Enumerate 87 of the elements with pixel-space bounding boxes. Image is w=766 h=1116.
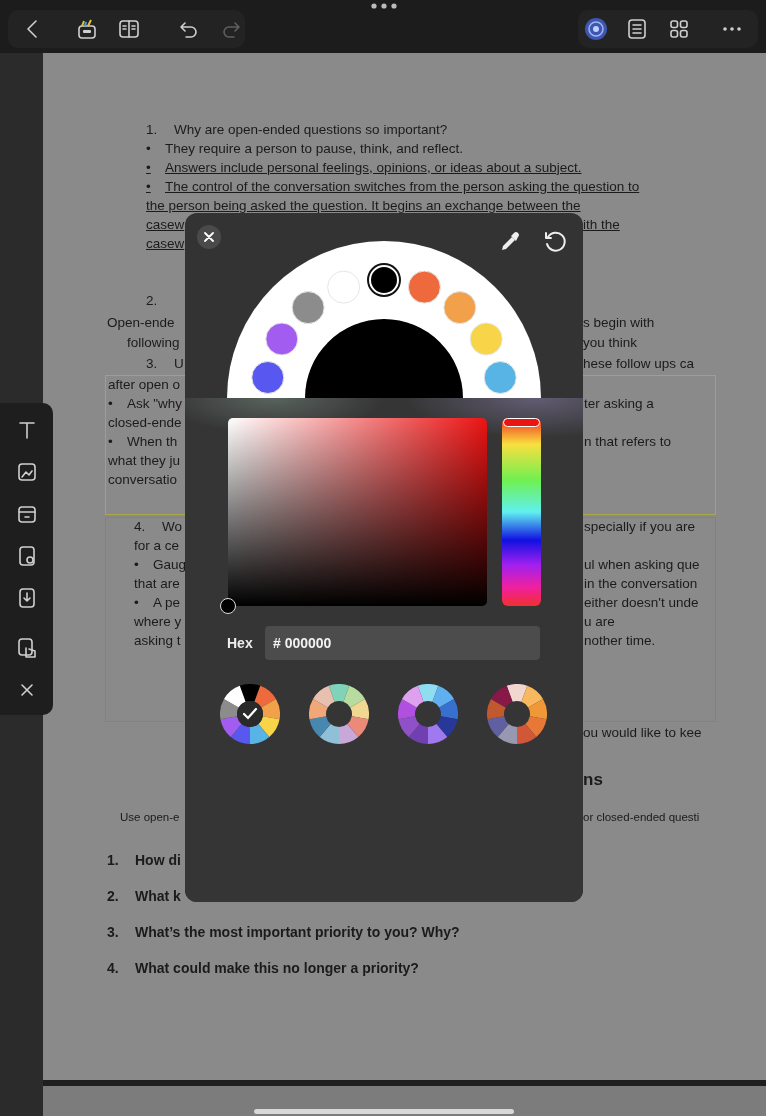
list-icon[interactable] — [626, 18, 648, 40]
list-number: 3. — [107, 922, 120, 942]
text-line: What’s the most important priority to you? Why? — [135, 923, 460, 940]
text-line: What could make this no longer a priority? — [135, 959, 419, 976]
text-fragment: either doesn't unde — [584, 595, 699, 610]
hex-label: Hex — [227, 633, 254, 653]
color-swatch[interactable] — [483, 361, 517, 394]
text-fragment: for a ce — [134, 538, 180, 553]
handle-dots-icon — [371, 3, 397, 9]
text-fragment: where y — [134, 614, 182, 629]
text-line: the person being asked the question. It begins an exchange between the — [146, 197, 581, 213]
text-fragment: closed-ende — [108, 415, 182, 430]
text-fragment: what they ju — [108, 453, 181, 468]
text-fragment: in the conversation — [584, 576, 698, 591]
color-swatch[interactable] — [407, 270, 441, 304]
text-fragment: asking t — [134, 633, 181, 648]
palette-ring[interactable] — [487, 684, 547, 744]
text-fragment: ns — [583, 770, 603, 789]
text-fragment: Ask "why — [127, 396, 183, 411]
color-swatch[interactable] — [469, 322, 503, 356]
text-fragment: ith the — [583, 216, 620, 232]
text-line: Answers include personal feelings, opinions, or ideas about a subject. — [165, 159, 582, 175]
list-number: 4. — [134, 518, 147, 536]
hue-slider[interactable] — [502, 418, 541, 606]
text-fragment: nother time. — [584, 633, 656, 648]
bullet-mark: • — [146, 158, 152, 177]
text-fragment: you think — [583, 334, 638, 350]
text-fragment: specially if you are — [584, 519, 696, 534]
text-fragment: Gaug — [153, 557, 187, 572]
bullet-mark: • — [146, 139, 152, 158]
palette-ring[interactable] — [398, 684, 458, 744]
toolbox-icon[interactable] — [76, 18, 98, 40]
color-swatch[interactable] — [367, 263, 401, 297]
bullet-mark: • — [146, 177, 152, 196]
palette-ring[interactable] — [220, 684, 280, 744]
text-fragment: How di — [135, 851, 181, 868]
text-fragment: ou would like to kee — [583, 724, 702, 740]
text-fragment: What k — [135, 887, 181, 904]
text-fragment: A pe — [153, 595, 181, 610]
list-number: 4. — [107, 958, 120, 978]
list-number: 1. — [146, 120, 159, 139]
text-fragment: When th — [127, 434, 178, 449]
color-swatch[interactable] — [265, 322, 299, 356]
swirl-icon[interactable] — [584, 17, 608, 41]
hex-input-field[interactable]: # 000000 — [265, 626, 540, 660]
text-fragment: Open-ende — [107, 314, 175, 330]
color-swatch[interactable] — [291, 291, 325, 325]
text-fragment: ul when asking que — [584, 557, 700, 572]
text-line: Why are open-ended questions so important? — [174, 121, 448, 137]
text-fragment: s begin with — [583, 314, 655, 330]
text-fragment: u are — [584, 614, 615, 629]
reset-icon[interactable] — [543, 230, 567, 254]
text-fragment: that are — [134, 576, 180, 591]
close-button[interactable] — [197, 225, 221, 249]
text-fragment: n that refers to — [584, 434, 672, 449]
bullet-mark: • — [134, 556, 140, 574]
color-swatch[interactable] — [251, 361, 285, 394]
more-icon[interactable] — [722, 26, 742, 32]
text-fragment: conversatio — [108, 472, 178, 487]
bullet-mark: • — [108, 433, 114, 451]
text-fragment: or closed-ended questi — [583, 810, 700, 823]
text-fragment: casew — [146, 216, 185, 232]
text-fragment: Wo — [162, 519, 182, 534]
list-number: 3. — [146, 354, 159, 373]
list-number: 2. — [107, 886, 120, 906]
color-swatch[interactable] — [327, 270, 361, 304]
bullet-mark: • — [134, 594, 140, 612]
bullet-mark: • — [108, 395, 114, 413]
text-fragment: after open o — [108, 377, 181, 392]
text-line: The control of the conversation switches from the person asking the question to — [165, 178, 640, 194]
text-fragment: hese follow ups ca — [583, 355, 695, 371]
text-fragment: ter asking a — [584, 396, 654, 411]
eyedropper-icon[interactable] — [499, 231, 521, 253]
palette-ring[interactable] — [309, 684, 369, 744]
color-swatch[interactable] — [443, 291, 477, 325]
grid-icon[interactable] — [668, 18, 690, 40]
list-number: 1. — [107, 850, 120, 870]
close-icon — [204, 232, 214, 242]
text-fragment: U — [174, 355, 184, 371]
book-icon[interactable] — [118, 18, 140, 40]
list-number: 2. — [146, 291, 159, 310]
text-fragment: following — [127, 334, 180, 350]
text-fragment: casew — [146, 235, 185, 251]
text-line: They require a person to pause, think, and reflect. — [165, 140, 463, 156]
color-cursor[interactable] — [220, 598, 236, 614]
text-fragment: Use open-e — [120, 810, 180, 823]
hue-slider-thumb[interactable] — [503, 418, 540, 427]
